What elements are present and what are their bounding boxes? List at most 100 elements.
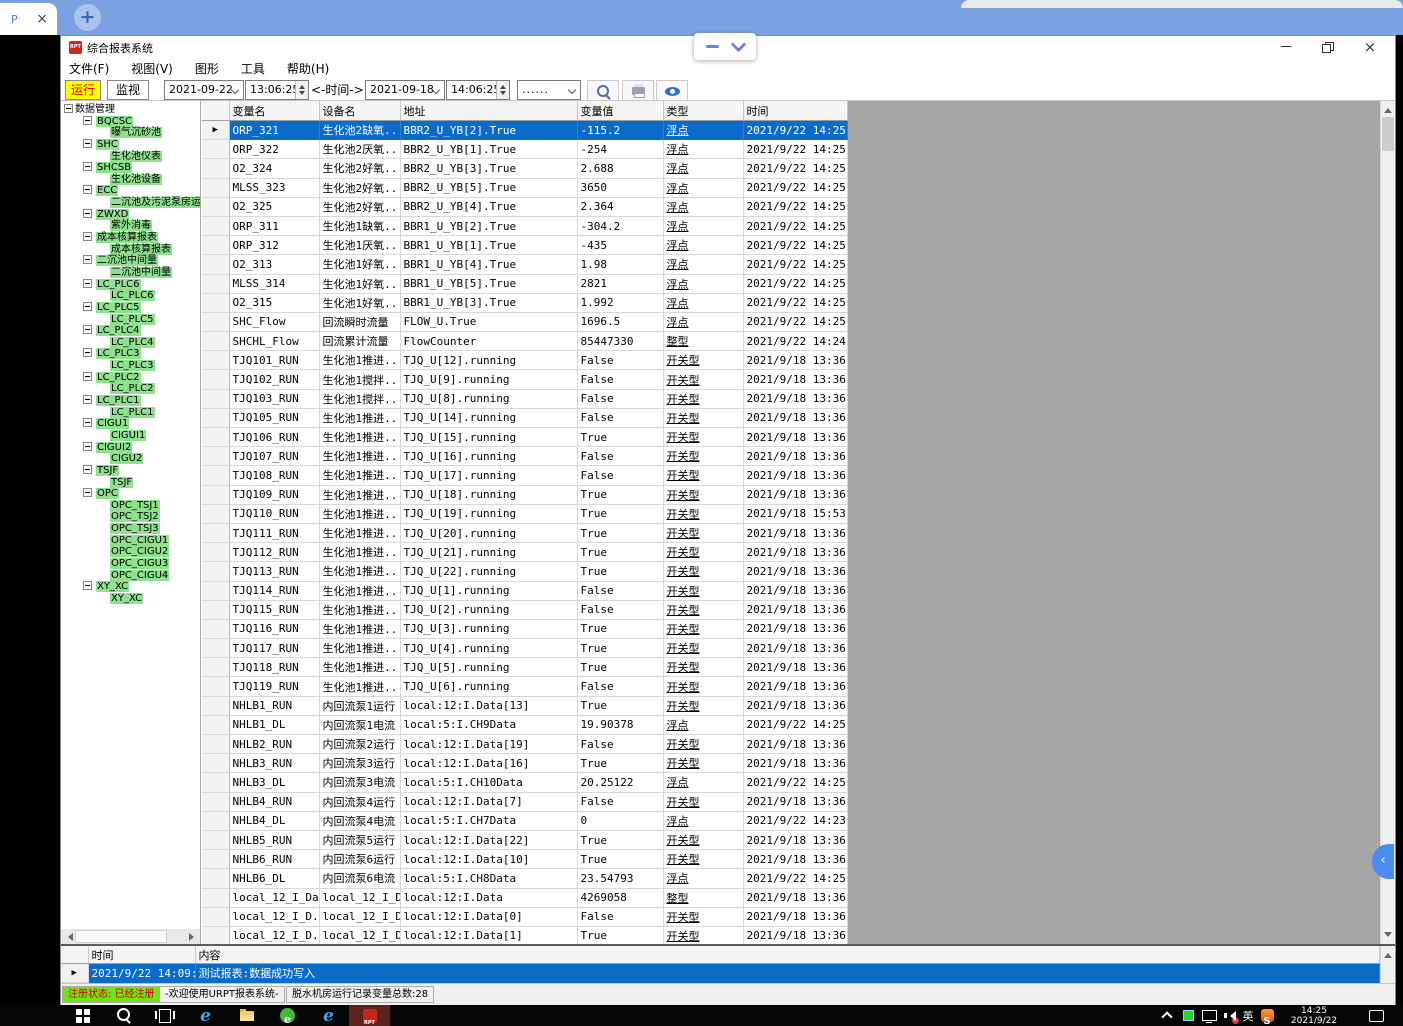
tree-node[interactable]: BQCSC <box>61 116 200 128</box>
row-header[interactable] <box>202 696 229 715</box>
cell[interactable]: BBR1_U_YB[2].True <box>400 216 577 235</box>
cell[interactable]: 2021/9/22 14:25:15 <box>743 178 847 197</box>
row-header[interactable] <box>202 255 229 274</box>
cell[interactable]: 2021/9/18 13:36:35 <box>743 754 847 773</box>
task-view-taskbar-button[interactable] <box>144 1005 185 1026</box>
cell[interactable]: True <box>577 926 663 944</box>
cell[interactable]: NHLB3_RUN <box>229 754 319 773</box>
table-row[interactable]: NHLB1_DL内回流泵1电流local:5:I.CH9Data19.90378… <box>202 715 847 734</box>
cell[interactable]: 开关型 <box>663 581 743 600</box>
cell[interactable]: 内回流泵2运行 <box>319 735 400 754</box>
tree-node[interactable]: LC_PLC1 <box>61 395 200 407</box>
tree-node[interactable]: OPC_TSJ3 <box>61 523 200 535</box>
vertical-scrollbar[interactable] <box>1380 101 1395 944</box>
tree-node[interactable]: 数据管理 <box>61 104 200 116</box>
table-row[interactable]: NHLB3_DL内回流泵3电流local:5:I.CH10Data20.2512… <box>202 773 847 792</box>
cell[interactable]: local:5:I.CH9Data <box>400 715 577 734</box>
cell[interactable]: 浮点 <box>663 869 743 888</box>
tree-node[interactable]: 成本核算报表 <box>61 244 200 256</box>
column-header[interactable]: 地址 <box>400 101 577 121</box>
collapse-toggle-icon[interactable] <box>83 372 92 381</box>
cell[interactable]: 开关型 <box>663 696 743 715</box>
cell[interactable]: O2_313 <box>229 255 319 274</box>
log-time-cell[interactable]: 2021/9/22 14:09:20 <box>88 964 195 983</box>
cell[interactable]: 内回流泵6运行 <box>319 850 400 869</box>
cell[interactable]: False <box>577 466 663 485</box>
cell[interactable]: TJQ118_RUN <box>229 658 319 677</box>
collapse-toggle-icon[interactable] <box>83 348 92 357</box>
cell[interactable]: BBR2_U_YB[3].True <box>400 159 577 178</box>
row-header[interactable] <box>202 543 229 562</box>
row-header[interactable] <box>202 140 229 159</box>
cell[interactable]: True <box>577 619 663 638</box>
collapse-toggle-icon[interactable] <box>83 162 92 171</box>
table-row[interactable]: TJQ108_RUN生化池1推进...TJQ_U[17].runningFals… <box>202 466 847 485</box>
cell[interactable]: 开关型 <box>663 735 743 754</box>
column-header[interactable]: 变量值 <box>577 101 663 121</box>
collapse-toggle-icon[interactable] <box>83 232 92 241</box>
row-header[interactable] <box>202 274 229 293</box>
cell[interactable]: True <box>577 523 663 542</box>
cell[interactable]: BBR1_U_YB[1].True <box>400 236 577 255</box>
row-header[interactable] <box>202 773 229 792</box>
cell[interactable]: local:12:I.Data[22] <box>400 830 577 849</box>
cell[interactable]: 内回流泵5运行 <box>319 830 400 849</box>
cell[interactable]: 85447330 <box>577 332 663 351</box>
cell[interactable]: 2021/9/18 13:36:35 <box>743 408 847 427</box>
cell[interactable]: 开关型 <box>663 619 743 638</box>
cell[interactable]: 开关型 <box>663 658 743 677</box>
row-header[interactable] <box>202 523 229 542</box>
cell[interactable]: 开关型 <box>663 408 743 427</box>
cell[interactable]: O2_325 <box>229 197 319 216</box>
row-header[interactable] <box>202 428 229 447</box>
row-header[interactable] <box>202 332 229 351</box>
cell[interactable]: local:5:I.CH8Data <box>400 869 577 888</box>
row-header[interactable] <box>202 447 229 466</box>
cell[interactable]: 开关型 <box>663 428 743 447</box>
table-row[interactable]: TJQ118_RUN生化池1推进...TJQ_U[5].runningTrue开… <box>202 658 847 677</box>
table-row[interactable]: TJQ110_RUN生化池1推进...TJQ_U[19].runningTrue… <box>202 504 847 523</box>
cell[interactable]: 2021/9/18 13:36:35 <box>743 658 847 677</box>
cell[interactable]: 2021/9/22 14:25:15 <box>743 140 847 159</box>
cell[interactable]: True <box>577 696 663 715</box>
table-row[interactable]: ORP_311生化池1缺氧...BBR1_U_YB[2].True-304.2浮… <box>202 216 847 235</box>
cell[interactable]: TJQ111_RUN <box>229 523 319 542</box>
end-time-spinner[interactable]: 14:06:25 <box>446 80 510 100</box>
row-header[interactable] <box>202 869 229 888</box>
table-row[interactable]: MLSS_323生化池2好氧...BBR2_U_YB[5].True3650浮点… <box>202 178 847 197</box>
cell[interactable]: 2021/9/18 13:36:35 <box>743 485 847 504</box>
cell[interactable]: ORP_312 <box>229 236 319 255</box>
collapse-toggle-icon[interactable] <box>83 139 92 148</box>
cell[interactable]: True <box>577 504 663 523</box>
cell[interactable]: MLSS_323 <box>229 178 319 197</box>
cell[interactable]: local:12:I.Data[19] <box>400 735 577 754</box>
cell[interactable]: MLSS_314 <box>229 274 319 293</box>
cell[interactable]: NHLB3_DL <box>229 773 319 792</box>
collapse-toggle-icon[interactable] <box>83 395 92 404</box>
tree-node[interactable]: CIGU2 <box>61 453 200 465</box>
cell[interactable]: 浮点 <box>663 274 743 293</box>
row-header[interactable] <box>202 888 229 907</box>
cell[interactable]: 2021/9/22 14:25:15 <box>743 274 847 293</box>
cell[interactable]: False <box>577 447 663 466</box>
table-row[interactable]: ORP_322生化池2厌氧...BBR2_U_YB[1].True-254浮点2… <box>202 140 847 159</box>
cell[interactable]: 2021/9/22 14:25:13 <box>743 773 847 792</box>
spin-up-icon[interactable] <box>299 82 305 89</box>
cell[interactable]: 生化池1搅拌... <box>319 389 400 408</box>
cell[interactable]: local_12_I_D... <box>319 926 400 944</box>
column-header[interactable]: 内容 <box>195 946 1379 964</box>
cell[interactable]: 2021/9/18 15:53:43 <box>743 504 847 523</box>
cell[interactable]: O2_324 <box>229 159 319 178</box>
cell[interactable]: False <box>577 389 663 408</box>
cell[interactable]: local:12:I.Data[0] <box>400 907 577 926</box>
cell[interactable]: 生化池2好氧... <box>319 178 400 197</box>
cell[interactable]: 2021/9/18 13:36:35 <box>743 581 847 600</box>
row-header[interactable] <box>202 216 229 235</box>
cell[interactable]: NHLB4_RUN <box>229 792 319 811</box>
cell[interactable]: False <box>577 792 663 811</box>
table-row[interactable]: TJQ102_RUN生化池1搅拌...TJQ_U[9].runningFalse… <box>202 370 847 389</box>
cell[interactable]: TJQ114_RUN <box>229 581 319 600</box>
row-header[interactable] <box>202 312 229 331</box>
tree-node[interactable]: LC_PLC3 <box>61 360 200 372</box>
scroll-right-icon[interactable] <box>186 929 200 944</box>
